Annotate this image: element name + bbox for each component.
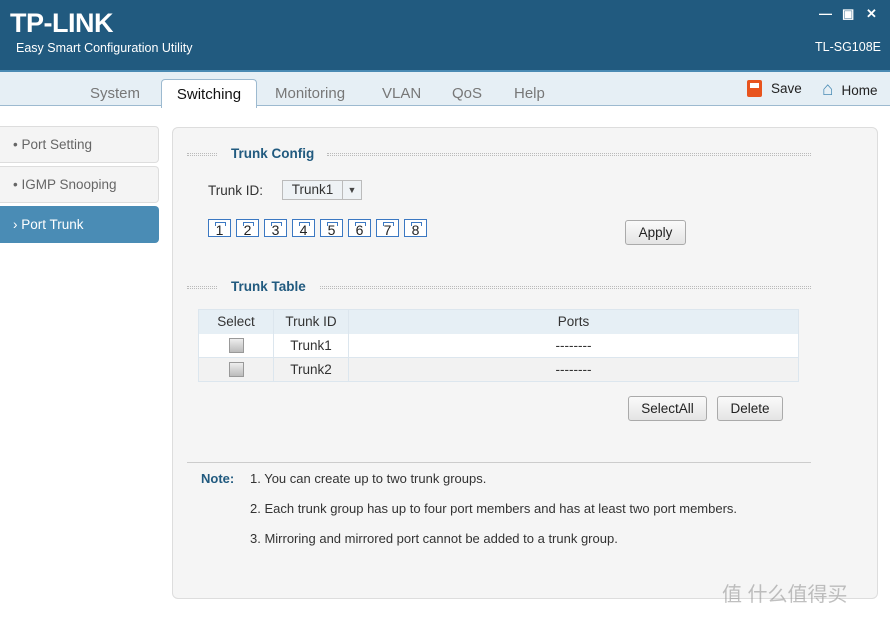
delete-button[interactable]: Delete	[717, 396, 783, 421]
divider	[187, 462, 811, 463]
divider	[327, 153, 811, 156]
tab-qos[interactable]: QoS	[452, 85, 482, 102]
port-6-icon[interactable]: 6	[348, 219, 371, 238]
column-header: Select	[198, 309, 274, 334]
save-label: Save	[771, 81, 802, 96]
port-5-icon[interactable]: 5	[320, 219, 343, 238]
trunk-table-title: Trunk Table	[231, 279, 306, 294]
port-1-icon[interactable]: 1	[208, 219, 231, 238]
note-label: Note:	[201, 471, 235, 486]
divider	[187, 153, 217, 156]
minimize-button[interactable]: —	[819, 6, 832, 21]
table-header: Select Trunk ID Ports	[198, 309, 799, 334]
port-2-icon[interactable]: 2	[236, 219, 259, 238]
sidebar-item-label: IGMP Snooping	[21, 177, 117, 192]
trunk-config-title: Trunk Config	[231, 146, 315, 161]
tab-switching[interactable]: Switching	[161, 79, 257, 108]
trunk-id-cell: Trunk2	[273, 357, 349, 382]
ports-cell: --------	[348, 333, 799, 358]
table-row: Trunk2 --------	[198, 357, 799, 382]
trunk-id-select[interactable]: Trunk1 ▼	[282, 180, 362, 200]
divider	[320, 286, 811, 289]
trunk-id-cell: Trunk1	[273, 333, 349, 358]
ports-cell: --------	[348, 357, 799, 382]
home-icon: ⌂	[822, 79, 834, 100]
save-button[interactable]: Save	[747, 80, 802, 97]
watermark: 值 什么值得买	[722, 584, 848, 606]
select-checkbox[interactable]	[228, 338, 244, 354]
divider	[187, 286, 217, 289]
sidebar-item-label: Port Setting	[21, 137, 93, 152]
table-row: Trunk1 --------	[198, 333, 799, 358]
maximize-button[interactable]: ▣	[842, 6, 854, 22]
port-7-icon[interactable]: 7	[376, 219, 399, 238]
sidebar-item-label: Port Trunk	[21, 217, 84, 232]
main-tabs: System Switching Monitoring VLAN QoS Hel…	[0, 70, 890, 108]
tab-system[interactable]: System	[90, 85, 140, 102]
close-button[interactable]: ✕	[866, 6, 877, 22]
home-label: Home	[841, 82, 878, 98]
save-icon	[747, 80, 762, 97]
column-header: Trunk ID	[273, 309, 349, 334]
apply-button[interactable]: Apply	[625, 220, 686, 245]
sidebar-item-port-setting[interactable]: • Port Setting	[0, 126, 159, 163]
trunk-id-value: Trunk1	[291, 182, 334, 197]
port-4-icon[interactable]: 4	[292, 219, 315, 238]
note-item: 3. Mirroring and mirrored port cannot be…	[250, 531, 618, 546]
sidebar-item-port-trunk[interactable]: › Port Trunk	[0, 206, 159, 243]
column-header: Ports	[348, 309, 799, 334]
note-item: 1. You can create up to two trunk groups…	[250, 471, 487, 486]
port-3-icon[interactable]: 3	[264, 219, 287, 238]
sidebar-item-igmp-snooping[interactable]: • IGMP Snooping	[0, 166, 159, 203]
home-button[interactable]: ⌂ Home	[822, 79, 878, 101]
title-bar: TP-LINK Easy Smart Configuration Utility…	[0, 0, 890, 70]
port-8-icon[interactable]: 8	[404, 219, 427, 238]
trunk-table: Select Trunk ID Ports Trunk1 -------- Tr…	[198, 309, 799, 382]
select-checkbox[interactable]	[228, 362, 244, 378]
select-all-button[interactable]: SelectAll	[628, 396, 707, 421]
app-subtitle: Easy Smart Configuration Utility	[16, 41, 193, 55]
tab-vlan[interactable]: VLAN	[382, 85, 421, 102]
tab-help[interactable]: Help	[514, 85, 545, 102]
note-item: 2. Each trunk group has up to four port …	[250, 501, 738, 516]
device-model: TL-SG108E	[814, 40, 881, 54]
chevron-down-icon: ▼	[342, 181, 361, 199]
tab-monitoring[interactable]: Monitoring	[275, 85, 345, 102]
trunk-id-label: Trunk ID:	[208, 183, 264, 198]
logo: TP-LINK	[10, 8, 113, 38]
